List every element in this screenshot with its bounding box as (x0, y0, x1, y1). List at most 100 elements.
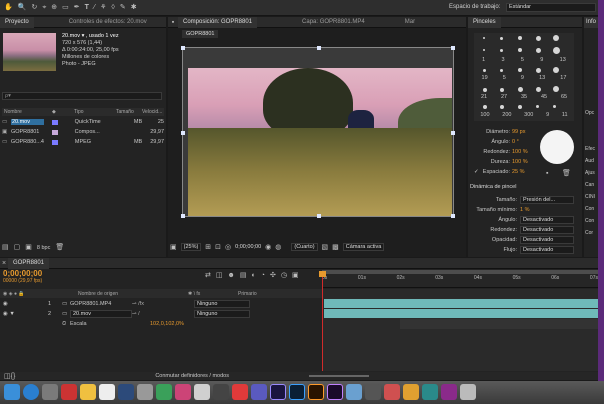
app-icon[interactable] (118, 384, 134, 400)
snap-icon[interactable]: ▣ (292, 271, 299, 280)
rotate-tool-icon[interactable]: ↻ (31, 3, 37, 12)
app-icon[interactable] (346, 384, 362, 400)
brush-delete-icon[interactable]: 🗑 (562, 169, 571, 178)
angle-select[interactable]: Desactivado (520, 216, 574, 224)
roi-icon[interactable]: ▧ (322, 243, 329, 252)
visibility-icon[interactable]: ◉ ▼ (0, 311, 48, 317)
app-icon[interactable] (194, 384, 210, 400)
frame-blend-icon[interactable]: ▤ (240, 271, 247, 280)
delete-icon[interactable]: 🗑 (55, 243, 64, 252)
brush-dot[interactable] (518, 68, 522, 72)
brush-dot[interactable] (536, 105, 539, 108)
motion-blur-icon[interactable]: ◐ (252, 271, 256, 280)
render-icon[interactable]: ◫ (4, 372, 11, 381)
brush-dot[interactable] (500, 37, 503, 40)
brush-dot[interactable] (518, 105, 522, 109)
eraser-tool-icon[interactable]: ◊ (111, 3, 114, 12)
snapshot-icon[interactable]: ◉ (265, 243, 271, 252)
project-search-input[interactable]: ρ▾ (2, 92, 162, 100)
app-icon[interactable] (42, 384, 58, 400)
flow-select[interactable]: Desactivado (520, 246, 574, 254)
bbox-handle[interactable] (451, 214, 455, 218)
comp-flowchart-icon[interactable]: ⇄ (205, 271, 211, 280)
comp-timecode[interactable]: 0;00;00;00 (235, 244, 261, 250)
diameter-value[interactable]: 99 px (512, 127, 525, 137)
grid-icon[interactable]: ⊞ (205, 243, 211, 252)
tab-effect-controls[interactable]: Controles de efectos: 20.mov (64, 17, 152, 28)
tab-project[interactable]: Proyecto (0, 16, 34, 28)
brush-tip-icon[interactable]: ▪ (546, 169, 548, 178)
app-icon[interactable] (365, 384, 381, 400)
col-name[interactable]: Nombre (2, 109, 52, 115)
brush-dot[interactable] (483, 49, 485, 51)
brush-dot[interactable] (500, 69, 503, 72)
bbox-handle[interactable] (451, 46, 455, 50)
camera-snapshot-icon[interactable]: ◎ (225, 243, 231, 252)
track-bar-2[interactable] (324, 309, 598, 318)
brush-dot[interactable] (483, 69, 486, 72)
finder-icon[interactable] (4, 384, 20, 400)
shy-icon[interactable]: ☻ (228, 271, 235, 280)
transparency-icon[interactable]: ▩ (332, 243, 339, 252)
comp-name-tab[interactable]: GOPR8801 (182, 30, 219, 38)
tab-more[interactable]: Mar (400, 17, 420, 28)
work-area-bar[interactable] (322, 270, 598, 274)
spacing-value[interactable]: 25 % (512, 167, 525, 177)
zoom-tool-icon[interactable]: 🔍 (18, 3, 27, 12)
tab-brushes[interactable]: Pinceles (468, 16, 501, 28)
clone-tool-icon[interactable]: ⚘ (100, 3, 106, 12)
roundness-select[interactable]: Desactivado (520, 226, 574, 234)
brush-dot[interactable] (500, 49, 503, 52)
app-icon[interactable] (99, 384, 115, 400)
new-folder-icon[interactable]: ▢ (14, 243, 21, 252)
track-bar-1[interactable] (324, 299, 598, 308)
app-icon[interactable] (137, 384, 153, 400)
app-icon[interactable] (384, 384, 400, 400)
premiere-icon[interactable] (327, 384, 343, 400)
brush-dot[interactable] (518, 87, 523, 92)
info-item[interactable]: Con (585, 203, 595, 215)
pen-tool-icon[interactable]: ✒ (74, 3, 80, 12)
brush-dot[interactable] (553, 86, 559, 92)
opacity-select[interactable]: Desactivado (520, 236, 574, 244)
close-icon[interactable]: × (0, 259, 8, 268)
brush-dot[interactable] (536, 87, 541, 92)
timer-icon[interactable]: ◷ (281, 271, 287, 280)
brush-dot[interactable] (483, 37, 485, 39)
info-item[interactable]: Opc (585, 107, 595, 119)
workspace-select[interactable]: Estándar (506, 3, 596, 12)
app-icon[interactable] (441, 384, 457, 400)
frame-icon[interactable]: ⊡ (215, 243, 221, 252)
brainstorm-icon[interactable]: ✣ (270, 271, 276, 280)
magnify-icon[interactable]: ▣ (170, 243, 177, 252)
bbox-handle[interactable] (451, 131, 455, 135)
app-icon[interactable] (403, 384, 419, 400)
brush-dot[interactable] (500, 105, 504, 109)
bbox-handle[interactable] (181, 46, 185, 50)
camera-select[interactable]: Cámara activa (342, 243, 385, 251)
brush-dot[interactable] (536, 48, 541, 53)
graph-editor-icon[interactable]: ◔ (261, 271, 265, 280)
brush-dot[interactable] (553, 47, 560, 54)
time-ruler[interactable]: 0s 01s 02s 03s 04s 05s 06s 07s (322, 270, 598, 288)
playhead-handle[interactable] (319, 271, 326, 277)
tab-composition[interactable]: Composición: GOPR8801 (178, 16, 258, 28)
app-icon[interactable] (156, 384, 172, 400)
stopwatch-icon[interactable]: ⏲ (0, 321, 70, 328)
brush-dot[interactable] (553, 35, 559, 41)
zoom-slider[interactable] (309, 375, 369, 377)
scale-property[interactable]: ⏲ Escala 102,0,102,0% (0, 319, 322, 329)
brush-dot[interactable] (483, 88, 487, 92)
app-icon[interactable] (232, 384, 248, 400)
brush-dot[interactable] (536, 68, 541, 73)
bbox-handle[interactable] (317, 214, 321, 218)
info-item[interactable]: CINI (585, 191, 595, 203)
tab-timeline[interactable]: GOPR8801 (8, 257, 50, 269)
info-item[interactable]: Ajus (585, 167, 595, 179)
tab-layer[interactable]: Capa: GOPR8801.MP4 (297, 17, 370, 28)
project-item[interactable]: ▭ 20.mov QuickTime MB 25 (2, 117, 164, 127)
expand-icon[interactable]: {} (11, 372, 16, 381)
app-icon[interactable] (61, 384, 77, 400)
size-select[interactable]: Presión del... (520, 196, 574, 204)
brush-dot[interactable] (553, 67, 559, 73)
